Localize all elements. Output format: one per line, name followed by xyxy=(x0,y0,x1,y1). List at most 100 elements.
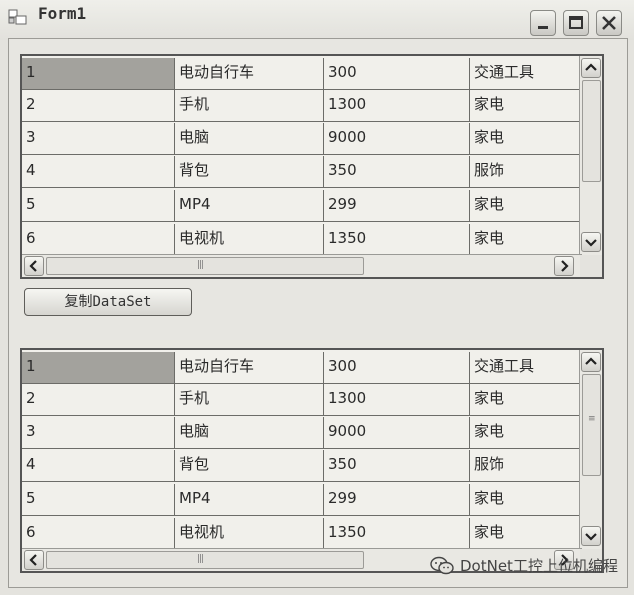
table-cell[interactable]: 家电 xyxy=(470,384,582,416)
minimize-button[interactable] xyxy=(530,10,556,36)
table-cell[interactable]: 300 xyxy=(324,352,470,384)
vertical-scroll-thumb[interactable]: ≡ xyxy=(582,374,601,476)
scrollbar-corner xyxy=(580,255,602,277)
form-window: Form1 1 电动自行车 300 交通工具 2 手机 1300 家电 3 电脑… xyxy=(0,0,634,595)
close-icon xyxy=(602,16,616,30)
table-cell[interactable]: 家电 xyxy=(470,90,582,122)
copy-dataset-button[interactable]: 复制DataSet xyxy=(24,288,192,316)
table-cell[interactable]: 1350 xyxy=(324,224,470,256)
scroll-up-button[interactable] xyxy=(581,58,601,78)
table-row[interactable]: 1 电动自行车 300 交通工具 xyxy=(22,58,582,90)
horizontal-scrollbar[interactable]: ||| xyxy=(22,254,582,277)
row-header-cell[interactable]: 5 xyxy=(22,484,175,516)
row-header-cell[interactable]: 4 xyxy=(22,156,175,188)
table-row[interactable]: 3 电脑 9000 家电 xyxy=(22,123,582,155)
wechat-icon xyxy=(430,556,454,574)
table-cell[interactable]: 背包 xyxy=(175,450,324,482)
row-header-cell[interactable]: 6 xyxy=(22,518,175,550)
table-cell[interactable]: 交通工具 xyxy=(470,58,582,90)
chevron-left-icon xyxy=(29,554,37,566)
row-header-cell[interactable]: 2 xyxy=(22,90,175,122)
chevron-left-icon xyxy=(29,260,37,272)
table-cell[interactable]: 电动自行车 xyxy=(175,58,324,90)
title-bar[interactable]: Form1 xyxy=(0,0,634,40)
row-header-cell[interactable]: 1 xyxy=(22,58,175,90)
scroll-left-button[interactable] xyxy=(24,256,44,276)
table-cell[interactable]: 电视机 xyxy=(175,518,324,550)
table-cell[interactable]: 家电 xyxy=(470,417,582,449)
scroll-down-button[interactable] xyxy=(581,526,601,546)
close-button[interactable] xyxy=(596,10,622,36)
table-cell[interactable]: 299 xyxy=(324,190,470,222)
row-header-cell[interactable]: 6 xyxy=(22,224,175,256)
table-cell[interactable]: 9000 xyxy=(324,123,470,155)
table-cell[interactable]: 背包 xyxy=(175,156,324,188)
chevron-right-icon xyxy=(561,260,569,272)
table-cell[interactable]: 350 xyxy=(324,450,470,482)
app-icon xyxy=(8,9,27,25)
table-cell[interactable]: 1300 xyxy=(324,384,470,416)
horizontal-scroll-thumb[interactable]: ||| xyxy=(46,257,364,275)
table-cell[interactable]: 电视机 xyxy=(175,224,324,256)
scroll-right-button[interactable] xyxy=(554,256,574,276)
table-cell[interactable]: 电脑 xyxy=(175,417,324,449)
table-cell[interactable]: 家电 xyxy=(470,224,582,256)
chevron-down-icon xyxy=(585,239,597,247)
table-cell[interactable]: 9000 xyxy=(324,417,470,449)
table-cell[interactable]: 服饰 xyxy=(470,450,582,482)
scroll-up-button[interactable] xyxy=(581,352,601,372)
chevron-up-icon xyxy=(585,63,597,71)
table-cell[interactable]: 1300 xyxy=(324,90,470,122)
grip-icon: ||| xyxy=(197,554,204,564)
table-cell[interactable]: MP4 xyxy=(175,484,324,516)
row-header-cell[interactable]: 3 xyxy=(22,123,175,155)
table-cell[interactable]: 家电 xyxy=(470,190,582,222)
vertical-scrollbar[interactable] xyxy=(579,56,602,257)
datagrid-original[interactable]: 1 电动自行车 300 交通工具 2 手机 1300 家电 3 电脑 9000 … xyxy=(20,54,604,279)
table-row[interactable]: 4 背包 350 服饰 xyxy=(22,156,582,188)
table-row[interactable]: 4 背包 350 服饰 xyxy=(22,450,582,482)
table-row[interactable]: 1 电动自行车 300 交通工具 xyxy=(22,352,582,384)
table-row[interactable]: 5 MP4 299 家电 xyxy=(22,484,582,516)
vertical-scroll-thumb[interactable] xyxy=(582,80,601,182)
table-row[interactable]: 6 电视机 1350 家电 xyxy=(22,518,582,550)
table-row[interactable]: 5 MP4 299 家电 xyxy=(22,190,582,222)
table-cell[interactable]: 手机 xyxy=(175,384,324,416)
table-cell[interactable]: 300 xyxy=(324,58,470,90)
datagrid-copy[interactable]: 1 电动自行车 300 交通工具 2 手机 1300 家电 3 电脑 9000 … xyxy=(20,348,604,573)
grip-icon: ||| xyxy=(197,260,204,270)
table-cell[interactable]: 电脑 xyxy=(175,123,324,155)
minimize-icon xyxy=(538,26,548,29)
scroll-left-button[interactable] xyxy=(24,550,44,570)
table-cell[interactable]: 350 xyxy=(324,156,470,188)
table-row[interactable]: 6 电视机 1350 家电 xyxy=(22,224,582,256)
maximize-button[interactable] xyxy=(563,10,589,36)
table-row[interactable]: 3 电脑 9000 家电 xyxy=(22,417,582,449)
table-cell[interactable]: 家电 xyxy=(470,123,582,155)
vertical-scrollbar[interactable]: ≡ xyxy=(579,350,602,551)
row-header-cell[interactable]: 1 xyxy=(22,352,175,384)
maximize-icon xyxy=(569,16,583,29)
table-cell[interactable]: 家电 xyxy=(470,518,582,550)
watermark: DotNet工控上位机编程 xyxy=(430,555,618,576)
row-header-cell[interactable]: 2 xyxy=(22,384,175,416)
table-cell[interactable]: 家电 xyxy=(470,484,582,516)
table-cell[interactable]: 服饰 xyxy=(470,156,582,188)
horizontal-scroll-thumb[interactable]: ||| xyxy=(46,551,364,569)
grip-icon: ≡ xyxy=(588,414,595,424)
table-cell[interactable]: 手机 xyxy=(175,90,324,122)
table-cell[interactable]: 电动自行车 xyxy=(175,352,324,384)
table-cell[interactable]: 交通工具 xyxy=(470,352,582,384)
table-cell[interactable]: 299 xyxy=(324,484,470,516)
table-cell[interactable]: 1350 xyxy=(324,518,470,550)
scroll-down-button[interactable] xyxy=(581,232,601,252)
watermark-text: DotNet工控上位机编程 xyxy=(460,557,618,575)
row-header-cell[interactable]: 4 xyxy=(22,450,175,482)
window-title: Form1 xyxy=(38,4,87,23)
table-cell[interactable]: MP4 xyxy=(175,190,324,222)
row-header-cell[interactable]: 5 xyxy=(22,190,175,222)
row-header-cell[interactable]: 3 xyxy=(22,417,175,449)
table-row[interactable]: 2 手机 1300 家电 xyxy=(22,384,582,416)
table-row[interactable]: 2 手机 1300 家电 xyxy=(22,90,582,122)
chevron-down-icon xyxy=(585,533,597,541)
